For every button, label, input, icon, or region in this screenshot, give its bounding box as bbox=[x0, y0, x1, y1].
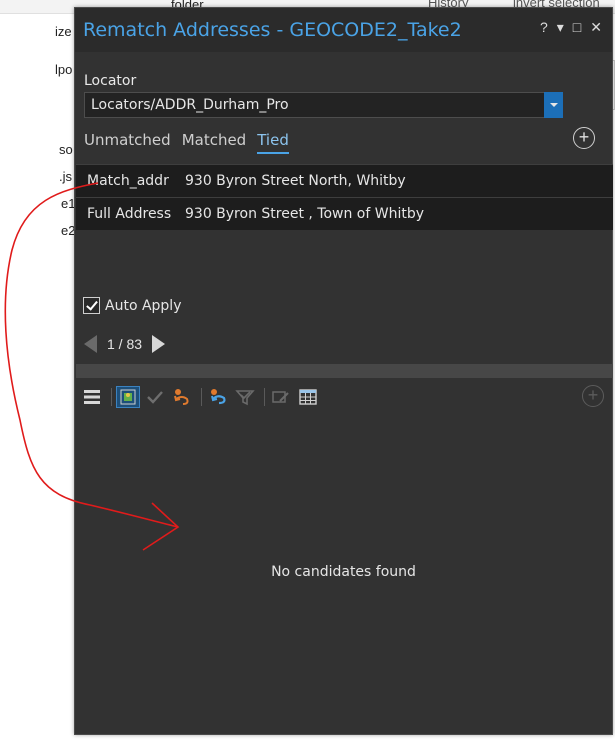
add-candidate-icon[interactable]: + bbox=[582, 385, 604, 407]
undo-match-icon[interactable] bbox=[170, 386, 194, 408]
tab-tied[interactable]: Tied bbox=[257, 131, 289, 154]
field-value: 930 Byron Street , Town of Whitby bbox=[185, 206, 425, 222]
help-icon[interactable]: ? bbox=[540, 19, 548, 35]
no-candidates-message: No candidates found bbox=[271, 564, 416, 580]
hamburger-menu-icon[interactable] bbox=[80, 386, 104, 408]
chevron-down-icon[interactable]: ▾ bbox=[557, 19, 564, 35]
tab-unmatched[interactable]: Unmatched bbox=[84, 131, 171, 154]
edit-candidate-icon[interactable] bbox=[269, 386, 293, 408]
field-key: Match_addr bbox=[87, 173, 169, 189]
dropdown-arrow-icon[interactable] bbox=[544, 92, 563, 118]
pane-titlebar[interactable]: Rematch Addresses - GEOCODE2_Take2 ? ▾ □… bbox=[75, 8, 612, 52]
address-fields-table: Match_addr 930 Byron Street North, Whitb… bbox=[76, 164, 613, 230]
pane-splitter[interactable] bbox=[76, 364, 613, 378]
field-key: Full Address bbox=[87, 206, 172, 222]
toolbar-separator bbox=[201, 388, 202, 406]
locator-label: Locator bbox=[84, 73, 137, 89]
table-row[interactable]: Full Address 930 Byron Street , Town of … bbox=[76, 197, 613, 230]
filter-candidates-icon[interactable] bbox=[233, 386, 257, 408]
toolbar-separator bbox=[111, 388, 112, 406]
previous-record-icon[interactable] bbox=[84, 335, 97, 353]
field-value: 930 Byron Street North, Whitby bbox=[185, 173, 406, 189]
pane-window-controls: ? ▾ □ ✕ bbox=[540, 19, 602, 35]
background-text-fragment: so bbox=[59, 142, 73, 157]
table-row[interactable]: Match_addr 930 Byron Street North, Whitb… bbox=[76, 164, 613, 197]
rematch-addresses-pane: Rematch Addresses - GEOCODE2_Take2 ? ▾ □… bbox=[74, 7, 613, 735]
rematch-icon[interactable] bbox=[206, 386, 230, 408]
toolbar-separator bbox=[264, 388, 265, 406]
next-record-icon[interactable] bbox=[152, 335, 166, 353]
candidates-toolbar: + bbox=[80, 384, 610, 410]
checkmark-icon[interactable] bbox=[143, 386, 167, 408]
locator-dropdown[interactable]: Locators/ADDR_Durham_Pro bbox=[84, 92, 563, 118]
tab-matched[interactable]: Matched bbox=[182, 131, 247, 154]
pager-text: 1 / 83 bbox=[107, 336, 143, 352]
table-icon[interactable] bbox=[296, 386, 320, 408]
maximize-icon[interactable]: □ bbox=[573, 19, 581, 35]
background-text-fragment: lpo bbox=[55, 62, 73, 77]
auto-apply-checkbox[interactable] bbox=[83, 297, 100, 314]
background-text-fragment: .js bbox=[59, 169, 72, 184]
background-text-fragment: ize bbox=[55, 24, 72, 39]
candidate-map-icon[interactable] bbox=[116, 386, 140, 408]
auto-apply-toggle[interactable]: Auto Apply bbox=[83, 297, 181, 314]
record-pager: 1 / 83 bbox=[84, 335, 166, 353]
locator-dropdown-value: Locators/ADDR_Durham_Pro bbox=[91, 97, 289, 113]
auto-apply-label: Auto Apply bbox=[105, 297, 182, 314]
address-tabs: Unmatched Matched Tied bbox=[84, 131, 289, 154]
add-icon[interactable]: + bbox=[573, 127, 595, 149]
pane-title: Rematch Addresses - GEOCODE2_Take2 bbox=[83, 19, 462, 41]
close-icon[interactable]: ✕ bbox=[590, 19, 602, 35]
